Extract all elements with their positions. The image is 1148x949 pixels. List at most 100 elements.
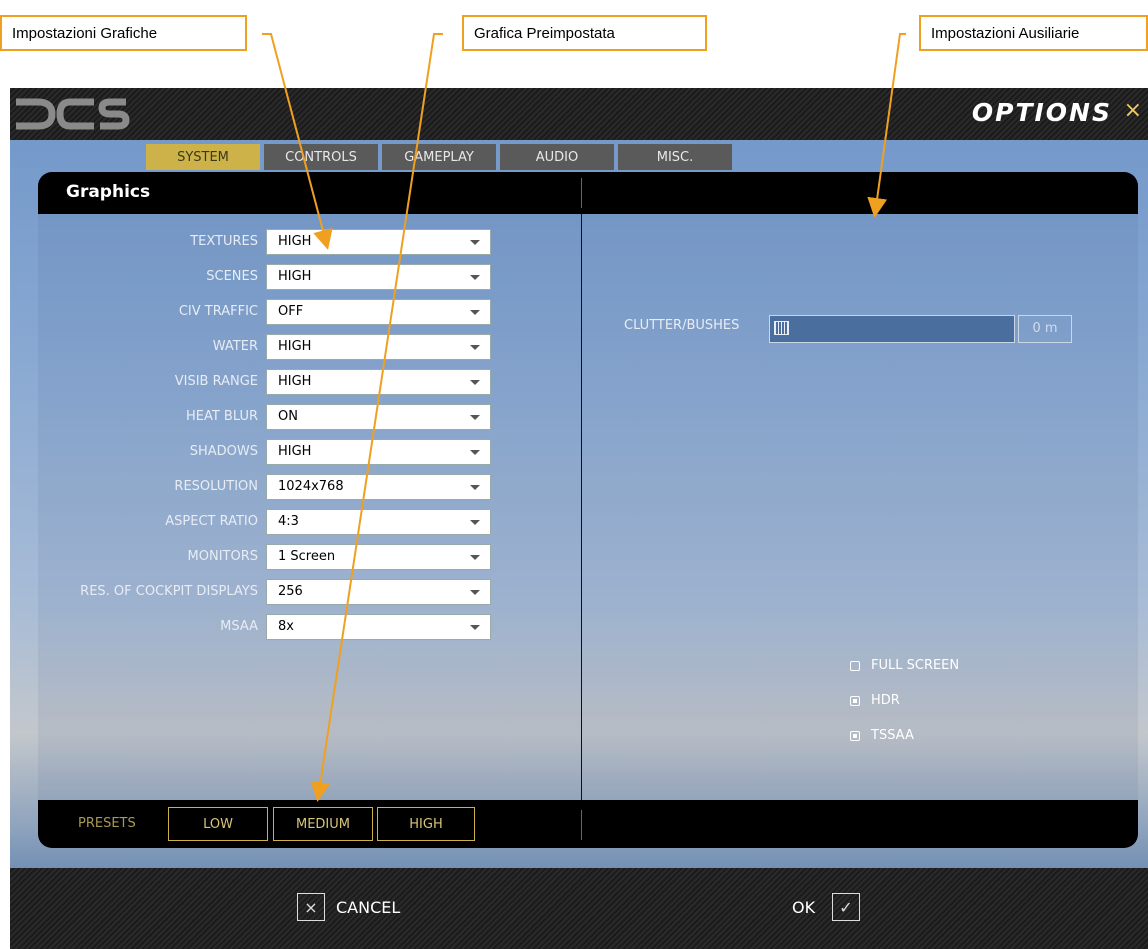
setting-label: RES. OF COCKPIT DISPLAYS xyxy=(80,584,258,599)
dropdown-value: 1024x768 xyxy=(278,479,344,494)
checkbox-label: TSSAA xyxy=(871,728,914,743)
close-icon[interactable]: × xyxy=(1124,98,1142,123)
dropdown-value: ON xyxy=(278,409,298,424)
tab-gameplay[interactable]: GAMEPLAY xyxy=(382,144,496,170)
checkbox-tssaa[interactable]: TSSAA xyxy=(850,728,914,743)
tab-audio[interactable]: AUDIO xyxy=(500,144,614,170)
setting-label: TEXTURES xyxy=(190,234,258,249)
checkbox-full-screen[interactable]: FULL SCREEN xyxy=(850,658,959,673)
graphics-panel: Graphics TEXTURES HIGH SCENES HIGH CIV TRAFF… xyxy=(38,172,1138,848)
chevron-down-icon[interactable] xyxy=(470,240,480,245)
ok-button[interactable]: OK xyxy=(792,898,815,917)
preset-medium-button[interactable]: MEDIUM xyxy=(273,807,373,841)
slider-handle[interactable] xyxy=(774,321,789,335)
setting-row: RESOLUTION 1024x768 xyxy=(38,474,578,500)
setting-label: CIV TRAFFIC xyxy=(178,304,258,319)
callout-graphic-settings: Impostazioni Grafiche xyxy=(0,15,247,51)
preset-high-button[interactable]: HIGH xyxy=(377,807,475,841)
callout-auxiliary-settings: Impostazioni Ausiliarie xyxy=(919,15,1148,51)
setting-dropdown[interactable]: HIGH xyxy=(266,439,491,465)
setting-dropdown[interactable]: HIGH xyxy=(266,369,491,395)
header-divider xyxy=(581,178,582,208)
checkbox-unchecked-icon[interactable] xyxy=(850,660,860,671)
chevron-down-icon[interactable] xyxy=(470,345,480,350)
setting-row: RES. OF COCKPIT DISPLAYS 256 xyxy=(38,579,578,605)
presets-label: PRESETS xyxy=(78,816,136,831)
tab-controls[interactable]: CONTROLS xyxy=(264,144,378,170)
setting-row: WATER HIGH xyxy=(38,334,578,360)
setting-dropdown[interactable]: 4:3 xyxy=(266,509,491,535)
chevron-down-icon[interactable] xyxy=(470,450,480,455)
setting-dropdown[interactable]: HIGH xyxy=(266,264,491,290)
setting-dropdown[interactable]: 256 xyxy=(266,579,491,605)
clutter-bushes-label: CLUTTER/BUSHES xyxy=(624,318,740,333)
clutter-bushes-value: 0 m xyxy=(1018,315,1072,343)
footer-bar: × CANCEL OK ✓ xyxy=(10,868,1148,949)
chevron-down-icon[interactable] xyxy=(470,555,480,560)
center-divider xyxy=(581,214,582,800)
ok-check-icon[interactable]: ✓ xyxy=(832,893,860,921)
setting-row: MSAA 8x xyxy=(38,614,578,640)
preset-low-button[interactable]: LOW xyxy=(168,807,268,841)
dropdown-value: OFF xyxy=(278,304,304,319)
tab-bar: SYSTEM CONTROLS GAMEPLAY AUDIO MISC. xyxy=(146,144,732,170)
panel-header: Graphics xyxy=(38,172,1138,214)
title-bar: OPTIONS × xyxy=(10,88,1148,140)
chevron-down-icon[interactable] xyxy=(470,485,480,490)
checkbox-checked-icon[interactable] xyxy=(850,695,860,706)
setting-row: SHADOWS HIGH xyxy=(38,439,578,465)
chevron-down-icon[interactable] xyxy=(470,590,480,595)
setting-dropdown[interactable]: OFF xyxy=(266,299,491,325)
dropdown-value: 256 xyxy=(278,584,303,599)
tab-system[interactable]: SYSTEM xyxy=(146,144,260,170)
checkbox-label: FULL SCREEN xyxy=(871,658,960,673)
cancel-icon[interactable]: × xyxy=(297,893,325,921)
clutter-bushes-slider[interactable] xyxy=(769,315,1015,343)
setting-dropdown[interactable]: 1 Screen xyxy=(266,544,491,570)
setting-dropdown[interactable]: 8x xyxy=(266,614,491,640)
presets-divider xyxy=(581,810,582,840)
dropdown-value: 4:3 xyxy=(278,514,299,529)
tab-misc[interactable]: MISC. xyxy=(618,144,732,170)
setting-row: SCENES HIGH xyxy=(38,264,578,290)
setting-label: SHADOWS xyxy=(189,444,258,459)
chevron-down-icon[interactable] xyxy=(470,415,480,420)
setting-label: MONITORS xyxy=(187,549,258,564)
setting-row: ASPECT RATIO 4:3 xyxy=(38,509,578,535)
dropdown-value: HIGH xyxy=(278,234,312,249)
chevron-down-icon[interactable] xyxy=(470,310,480,315)
setting-dropdown[interactable]: HIGH xyxy=(266,229,491,255)
setting-row: VISIB RANGE HIGH xyxy=(38,369,578,395)
setting-label: SCENES xyxy=(206,269,258,284)
presets-bar: PRESETS LOW MEDIUM HIGH xyxy=(38,800,1138,848)
setting-row: HEAT BLUR ON xyxy=(38,404,578,430)
setting-dropdown[interactable]: 1024x768 xyxy=(266,474,491,500)
callout-preset-graphics: Grafica Preimpostata xyxy=(462,15,707,51)
dropdown-value: HIGH xyxy=(278,374,312,389)
panel-title: Graphics xyxy=(66,182,151,202)
chevron-down-icon[interactable] xyxy=(470,625,480,630)
dropdown-value: 1 Screen xyxy=(278,549,336,564)
cancel-button[interactable]: CANCEL xyxy=(336,898,400,917)
setting-row: TEXTURES HIGH xyxy=(38,229,578,255)
options-window: OPTIONS × SYSTEM CONTROLS GAMEPLAY AUDIO MIS… xyxy=(10,88,1148,949)
setting-row: MONITORS 1 Screen xyxy=(38,544,578,570)
setting-dropdown[interactable]: ON xyxy=(266,404,491,430)
dropdown-value: 8x xyxy=(278,619,294,634)
setting-label: VISIB RANGE xyxy=(174,374,258,389)
dropdown-value: HIGH xyxy=(278,444,312,459)
dropdown-value: HIGH xyxy=(278,339,312,354)
checkbox-checked-icon[interactable] xyxy=(850,730,860,741)
setting-label: HEAT BLUR xyxy=(185,409,258,424)
dcs-logo xyxy=(16,98,130,130)
setting-label: RESOLUTION xyxy=(174,479,258,494)
window-title: OPTIONS xyxy=(971,98,1112,127)
setting-label: WATER xyxy=(212,339,258,354)
setting-row: CIV TRAFFIC OFF xyxy=(38,299,578,325)
chevron-down-icon[interactable] xyxy=(470,275,480,280)
checkbox-hdr[interactable]: HDR xyxy=(850,693,900,708)
chevron-down-icon[interactable] xyxy=(470,380,480,385)
chevron-down-icon[interactable] xyxy=(470,520,480,525)
dropdown-value: HIGH xyxy=(278,269,312,284)
setting-dropdown[interactable]: HIGH xyxy=(266,334,491,360)
